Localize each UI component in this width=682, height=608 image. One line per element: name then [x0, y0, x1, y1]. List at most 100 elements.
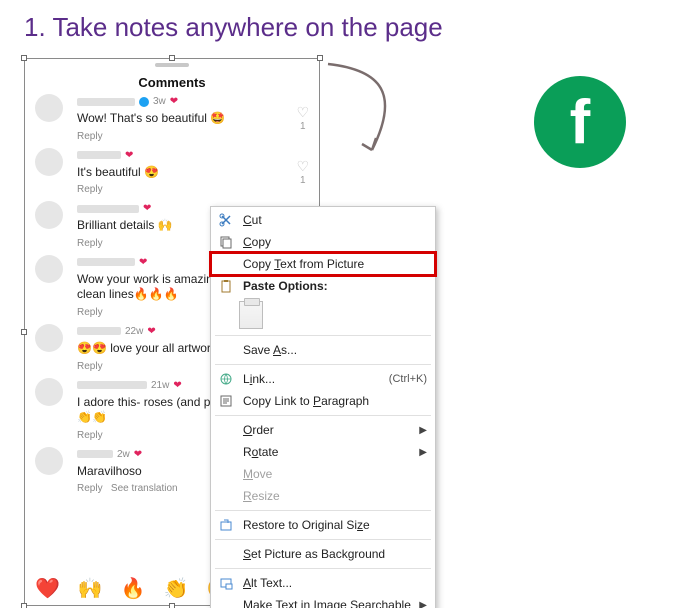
- menu-label: Rotate: [243, 445, 411, 459]
- avatar: [35, 378, 63, 406]
- avatar: [35, 201, 63, 229]
- menu-save-as[interactable]: Save As...: [211, 339, 435, 361]
- blank-icon: [217, 545, 235, 563]
- reply-link[interactable]: Reply: [77, 184, 309, 195]
- blank-icon: [217, 487, 235, 505]
- like-count: 1: [296, 121, 309, 132]
- comment-item: 3w ❤Wow! That's so beautiful 🤩Reply♡1: [25, 90, 319, 144]
- menu-label: Make Text in Image Searchable: [243, 598, 411, 608]
- avatar: [35, 94, 63, 122]
- alt-text-icon: [217, 574, 235, 592]
- menu-copy[interactable]: Copy: [211, 231, 435, 253]
- menu-make-text-searchable[interactable]: Make Text in Image Searchable ▶: [211, 594, 435, 608]
- like-button[interactable]: ♡1: [296, 158, 309, 186]
- heart-icon: ❤: [173, 380, 181, 391]
- submenu-caret-icon: ▶: [419, 600, 427, 608]
- heart-icon: ❤: [170, 96, 178, 107]
- menu-label: Resize: [243, 489, 427, 503]
- emoji-quick-react[interactable]: 👏: [164, 576, 189, 601]
- blank-icon: [217, 596, 235, 608]
- menu-label: Alt Text...: [243, 576, 427, 590]
- menu-move: Move: [211, 463, 435, 485]
- menu-paste-options-header: Paste Options:: [211, 275, 435, 297]
- menu-label: Copy: [243, 235, 427, 249]
- menu-separator: [215, 364, 431, 365]
- menu-restore-original-size[interactable]: Restore to Original Size: [211, 514, 435, 536]
- avatar: [35, 255, 63, 283]
- menu-label: Copy Link to Paragraph: [243, 394, 427, 408]
- username-placeholder: [77, 327, 121, 335]
- menu-copy-text-from-picture[interactable]: Copy Text from Picture: [211, 253, 435, 275]
- resize-handle[interactable]: [21, 603, 27, 608]
- resize-handle[interactable]: [21, 55, 27, 61]
- comment-age: 21w: [151, 380, 169, 391]
- menu-label: Save As...: [243, 343, 427, 357]
- comment-item: ❤It's beautiful 😍Reply♡1: [25, 144, 319, 198]
- username-placeholder: [77, 381, 147, 389]
- resize-handle[interactable]: [169, 55, 175, 61]
- menu-order[interactable]: Order ▶: [211, 419, 435, 441]
- copy-icon: [217, 233, 235, 251]
- menu-separator: [215, 539, 431, 540]
- see-translation[interactable]: See translation: [111, 483, 178, 494]
- menu-separator: [215, 510, 431, 511]
- username-placeholder: [77, 151, 121, 159]
- comment-age: 2w: [117, 449, 130, 460]
- menu-resize: Resize: [211, 485, 435, 507]
- menu-label: Cut: [243, 213, 427, 227]
- menu-label: Move: [243, 467, 427, 481]
- link-icon: [217, 370, 235, 388]
- resize-handle[interactable]: [169, 603, 175, 608]
- heart-icon: ❤: [134, 449, 142, 460]
- emoji-quick-react[interactable]: 🙌: [78, 576, 103, 601]
- submenu-caret-icon: ▶: [419, 425, 427, 436]
- menu-label: Link...: [243, 372, 381, 386]
- blank-icon: [217, 341, 235, 359]
- emoji-quick-react[interactable]: ❤️: [35, 576, 60, 601]
- comments-title: Comments: [25, 75, 319, 90]
- menu-link[interactable]: Link... (Ctrl+K): [211, 368, 435, 390]
- avatar: [35, 324, 63, 352]
- drag-handle[interactable]: [155, 63, 189, 67]
- comment-age: 22w: [125, 326, 143, 337]
- submenu-caret-icon: ▶: [419, 447, 427, 458]
- heart-icon: ❤: [125, 150, 133, 161]
- username-placeholder: [77, 450, 113, 458]
- menu-separator: [215, 568, 431, 569]
- blank-icon: [217, 465, 235, 483]
- like-button[interactable]: ♡1: [296, 104, 309, 132]
- heart-icon: ❤: [147, 326, 155, 337]
- scissors-icon: [217, 211, 235, 229]
- paste-option-keep-formatting[interactable]: [239, 301, 263, 329]
- menu-set-picture-as-background[interactable]: Set Picture as Background: [211, 543, 435, 565]
- blank-icon: [217, 443, 235, 461]
- like-count: 1: [296, 175, 309, 186]
- restore-size-icon: [217, 516, 235, 534]
- comment-header: ❤: [77, 150, 309, 161]
- reply-link[interactable]: Reply: [77, 131, 309, 142]
- username-placeholder: [77, 258, 135, 266]
- heart-outline-icon: ♡: [296, 104, 309, 121]
- menu-label: Order: [243, 423, 411, 437]
- comment-header: 3w ❤: [77, 96, 309, 107]
- blank-icon: [217, 421, 235, 439]
- comment-text: Wow! That's so beautiful 🤩: [77, 111, 309, 127]
- page-title: 1. Take notes anywhere on the page: [24, 12, 443, 43]
- menu-copy-link-to-paragraph[interactable]: Copy Link to Paragraph: [211, 390, 435, 412]
- menu-cut[interactable]: Cut: [211, 209, 435, 231]
- menu-separator: [215, 415, 431, 416]
- menu-label: Copy Text from Picture: [243, 257, 427, 271]
- menu-rotate[interactable]: Rotate ▶: [211, 441, 435, 463]
- heart-outline-icon: ♡: [296, 158, 309, 175]
- heart-icon: ❤: [143, 203, 151, 214]
- menu-label: Paste Options:: [243, 279, 427, 293]
- paragraph-link-icon: [217, 392, 235, 410]
- avatar: [35, 447, 63, 475]
- emoji-quick-react[interactable]: 🔥: [121, 576, 146, 601]
- emoji-tray: ❤️🙌🔥👏😢: [35, 576, 232, 601]
- menu-accelerator: (Ctrl+K): [389, 373, 427, 385]
- context-menu: Cut Copy Copy Text from Picture Paste Op…: [210, 206, 436, 608]
- menu-alt-text[interactable]: Alt Text...: [211, 572, 435, 594]
- clipboard-icon: [217, 277, 235, 295]
- letter-badge: f: [534, 76, 626, 168]
